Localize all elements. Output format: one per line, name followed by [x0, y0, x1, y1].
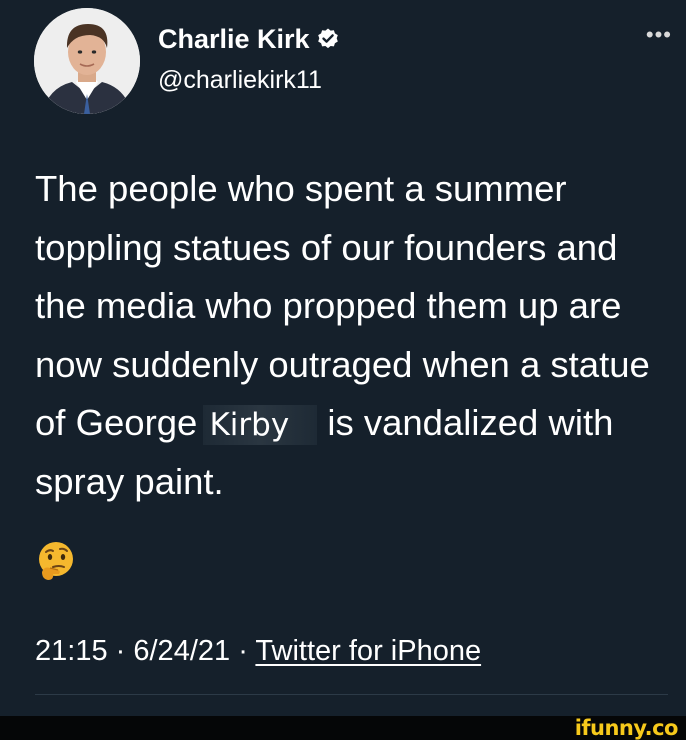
watermark-bar: ifunny.co: [0, 716, 686, 740]
avatar[interactable]: [34, 8, 140, 114]
ifunny-watermark: ifunny.co: [574, 716, 679, 740]
meta-separator: ·: [115, 635, 126, 667]
more-options-icon[interactable]: •••: [646, 22, 672, 48]
verified-badge-icon: [316, 27, 340, 58]
tweet-card: Charlie Kirk @charliekirk11 ••• The peop…: [0, 0, 686, 716]
thinking-face-icon: [36, 540, 76, 582]
tweet-source-link[interactable]: Twitter for iPhone: [255, 635, 481, 667]
tweet-date[interactable]: 6/24/21: [133, 635, 230, 667]
tweet-meta: 21:15 · 6/24/21 · Twitter for iPhone: [35, 635, 481, 668]
overlay-word: Kirby: [203, 405, 318, 445]
tweet-time: 21:15: [35, 635, 108, 667]
tweet-text: The people who spent a summer toppling s…: [35, 160, 675, 511]
divider: [35, 694, 668, 695]
author-name[interactable]: Charlie Kirk: [158, 24, 340, 58]
author-handle[interactable]: @charliekirk11: [158, 66, 322, 95]
meta-separator: ·: [238, 635, 248, 667]
author-name-text[interactable]: Charlie Kirk: [158, 24, 310, 54]
